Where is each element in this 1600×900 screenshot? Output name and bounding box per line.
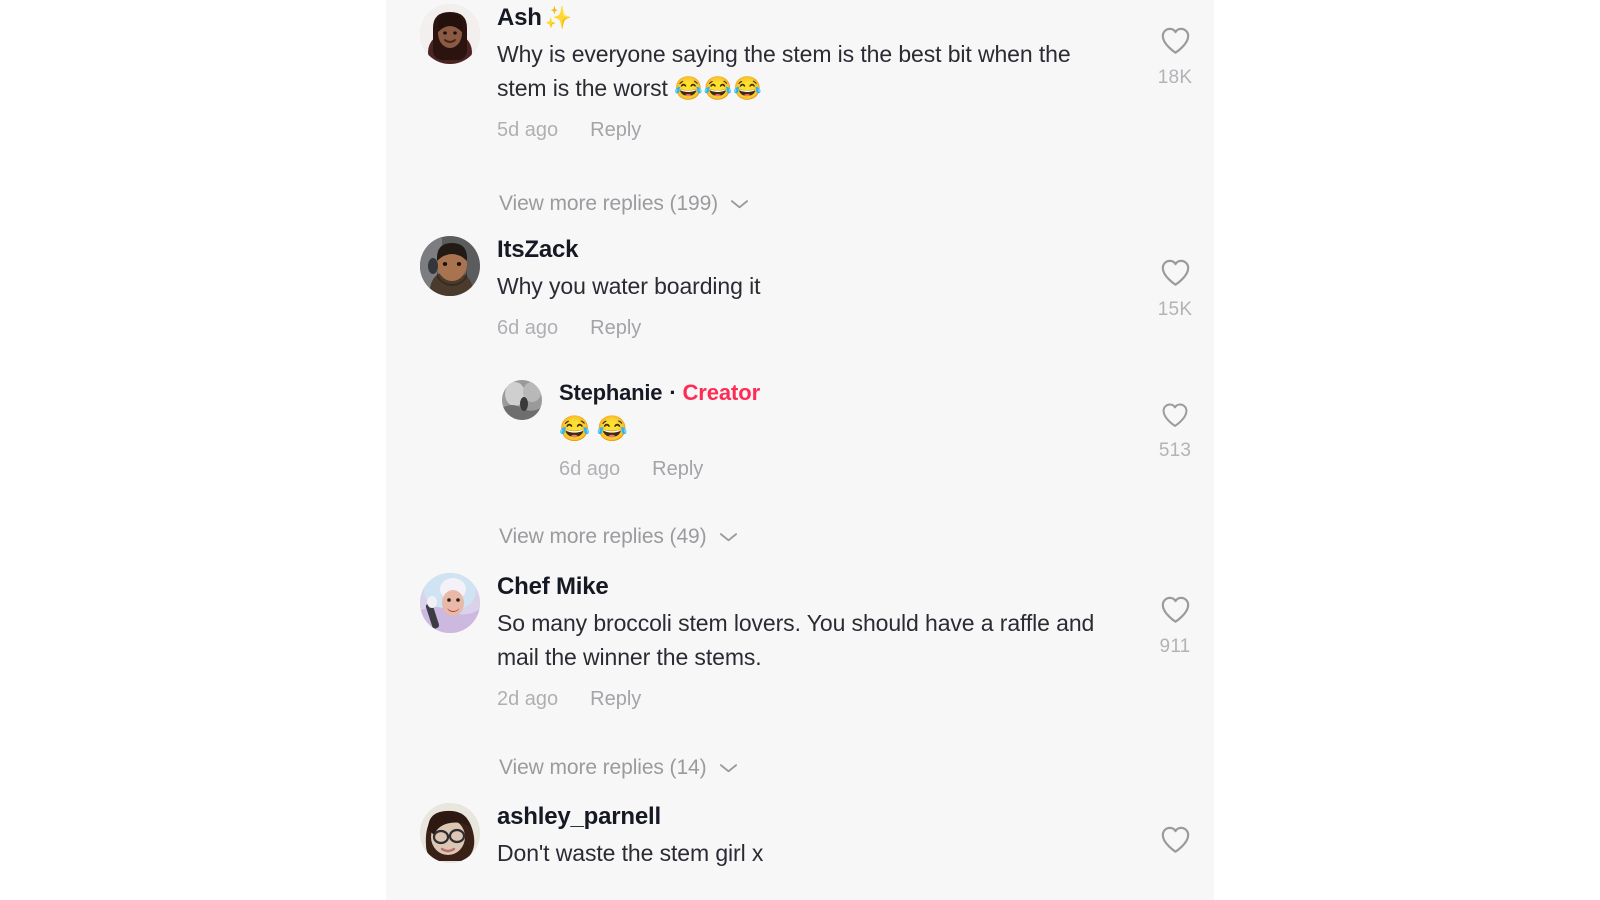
comment-item-itszack[interactable]: ItsZack Why you water boarding it 6d ago…	[386, 236, 1214, 340]
screenshot-root: Ash ✨ Why is everyone saying the stem is…	[0, 0, 1600, 900]
like-column[interactable]: 18K	[1136, 4, 1214, 89]
comment-timestamp: 2d ago	[497, 688, 559, 710]
comment-row: ItsZack Why you water boarding it 6d ago…	[386, 236, 1214, 340]
comment-author-name: Ash	[497, 4, 542, 31]
comment-text-content: Why you water boarding it	[497, 273, 761, 299]
chevron-down-icon[interactable]	[730, 198, 749, 210]
comment-list-panel: Ash ✨ Why is everyone saying the stem is…	[386, 0, 1214, 900]
heart-icon[interactable]	[1160, 595, 1191, 629]
view-more-replies-button[interactable]: View more replies (49)	[499, 525, 738, 549]
view-more-replies-label: View more replies (14)	[499, 756, 707, 779]
reply-button[interactable]: Reply	[590, 316, 641, 340]
comment-body: ItsZack Why you water boarding it 6d ago…	[480, 236, 1136, 340]
comment-author[interactable]: ItsZack	[497, 236, 1128, 264]
view-more-replies-label: View more replies (199)	[499, 192, 719, 215]
reply-button[interactable]: Reply	[590, 687, 641, 711]
heart-icon[interactable]	[1160, 825, 1191, 859]
avatar[interactable]	[502, 380, 542, 420]
comment-item-ash[interactable]: Ash ✨ Why is everyone saying the stem is…	[386, 4, 1214, 215]
comment-timestamp: 5d ago	[497, 119, 559, 141]
comment-text: Why is everyone saying the stem is the b…	[497, 37, 1097, 105]
comment-meta: 6d ago Reply	[497, 316, 1128, 340]
comment-author-name: Stephanie	[559, 380, 663, 405]
comment-author-name: ashley_parnell	[497, 803, 661, 830]
comment-timestamp: 6d ago	[497, 317, 559, 339]
comment-timestamp: 6d ago	[559, 458, 621, 480]
like-count: 15K	[1157, 299, 1193, 320]
comment-text-content: Don't waste the stem girl x	[497, 840, 764, 866]
comment-author[interactable]: ashley_parnell	[497, 803, 1128, 831]
view-more-replies-button[interactable]: View more replies (14)	[499, 756, 738, 780]
view-more-replies-button[interactable]: View more replies (199)	[499, 192, 749, 216]
comment-item-stephanie[interactable]: Stephanie · Creator 😂 😂 6d ago Reply 513…	[386, 380, 1214, 548]
comment-item-ashley-parnell[interactable]: ashley_parnell Don't waste the stem girl…	[386, 803, 1214, 870]
comment-meta: 6d ago Reply	[559, 457, 1128, 481]
comment-row: ashley_parnell Don't waste the stem girl…	[386, 803, 1214, 870]
avatar[interactable]	[420, 236, 480, 296]
comment-row: Ash ✨ Why is everyone saying the stem is…	[386, 4, 1214, 142]
avatar-image-chefmike	[420, 573, 480, 633]
avatar[interactable]	[420, 4, 480, 64]
heart-icon[interactable]	[1160, 258, 1191, 292]
comment-body: Stephanie · Creator 😂 😂 6d ago Reply	[542, 380, 1136, 481]
comment-row: Chef Mike So many broccoli stem lovers. …	[386, 573, 1214, 711]
like-count: 513	[1158, 440, 1192, 461]
comment-meta: 5d ago Reply	[497, 118, 1128, 142]
comment-text: Why you water boarding it	[497, 269, 1097, 303]
avatar-image-itszack	[420, 236, 480, 296]
avatar-image-ashley-parnell	[420, 803, 480, 863]
comment-author[interactable]: Stephanie · Creator	[559, 380, 1128, 406]
chevron-down-icon[interactable]	[719, 531, 738, 543]
comment-text-content: Why is everyone saying the stem is the b…	[497, 41, 1071, 101]
reply-button[interactable]: Reply	[590, 118, 641, 142]
comment-text: Don't waste the stem girl x	[497, 836, 1097, 870]
joy-emoji-group: 😂😂😂	[674, 75, 764, 101]
comment-author-name: ItsZack	[497, 236, 579, 263]
avatar-image-ash	[420, 4, 480, 64]
avatar[interactable]	[420, 573, 480, 633]
heart-icon[interactable]	[1160, 26, 1191, 60]
like-count: 18K	[1157, 67, 1193, 88]
sparkles-emoji: ✨	[544, 5, 572, 30]
comment-body: ashley_parnell Don't waste the stem girl…	[480, 803, 1136, 870]
view-more-replies-label: View more replies (49)	[499, 525, 707, 548]
avatar-image-stephanie	[502, 380, 542, 420]
comment-body: Chef Mike So many broccoli stem lovers. …	[480, 573, 1136, 711]
comment-text: 😂 😂	[559, 414, 1128, 444]
like-count: 911	[1159, 636, 1191, 657]
heart-icon[interactable]	[1161, 402, 1189, 433]
like-column[interactable]: 513	[1136, 380, 1214, 462]
like-column[interactable]: 15K	[1136, 236, 1214, 321]
comment-author-name: Chef Mike	[497, 573, 609, 600]
comment-author[interactable]: Ash ✨	[497, 4, 1128, 32]
comment-item-chefmike[interactable]: Chef Mike So many broccoli stem lovers. …	[386, 573, 1214, 779]
comment-meta: 2d ago Reply	[497, 687, 1128, 711]
comment-text-content: So many broccoli stem lovers. You should…	[497, 610, 1095, 670]
comment-body: Ash ✨ Why is everyone saying the stem is…	[480, 4, 1136, 142]
comment-author[interactable]: Chef Mike	[497, 573, 1128, 601]
like-column[interactable]	[1136, 803, 1214, 859]
joy-emoji-group: 😂 😂	[559, 415, 628, 443]
creator-badge: Creator	[682, 380, 761, 405]
comment-row: Stephanie · Creator 😂 😂 6d ago Reply 513	[386, 380, 1214, 481]
reply-button[interactable]: Reply	[652, 457, 703, 481]
author-badge-separator: ·	[669, 380, 677, 405]
avatar[interactable]	[420, 803, 480, 863]
chevron-down-icon[interactable]	[719, 762, 738, 774]
comment-text: So many broccoli stem lovers. You should…	[497, 606, 1097, 674]
like-column[interactable]: 911	[1136, 573, 1214, 658]
